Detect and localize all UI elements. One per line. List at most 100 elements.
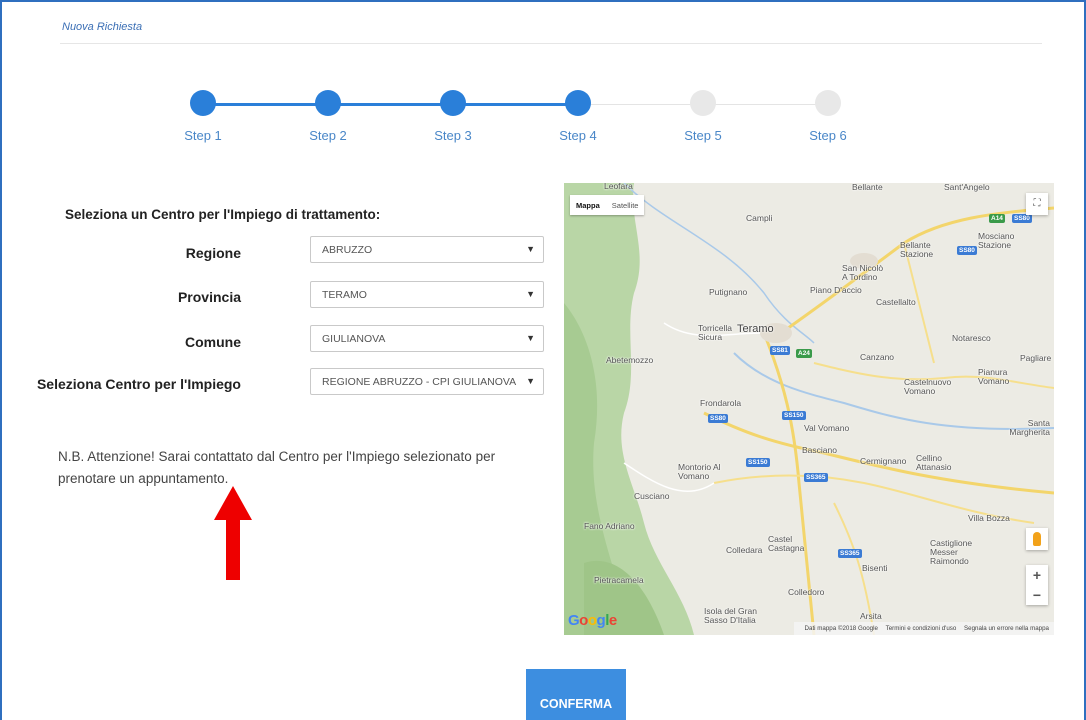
regione-value: ABRUZZO xyxy=(322,244,373,256)
map-attribution: Dati mappa ©2018 Google Termini e condiz… xyxy=(793,622,1054,635)
map-place-label: Teramo xyxy=(737,323,774,335)
regione-select[interactable]: ABRUZZO ▼ xyxy=(310,236,544,263)
map-report-error-link[interactable]: Segnala un errore nella mappa xyxy=(964,625,1049,632)
step-2-label: Step 2 xyxy=(309,128,347,143)
map-place-label: Putignano xyxy=(709,287,748,297)
step-3-label: Step 3 xyxy=(434,128,472,143)
map-place-label: Arsita xyxy=(860,611,882,621)
comune-value: GIULIANOVA xyxy=(322,333,386,345)
dropdown-caret-icon: ▼ xyxy=(526,376,535,386)
dropdown-caret-icon: ▼ xyxy=(526,333,535,343)
map-place-label: Leofara xyxy=(604,183,633,191)
dropdown-caret-icon: ▼ xyxy=(526,244,535,254)
map-place-label: Isola del Gran Sasso D'Italia xyxy=(704,606,757,625)
map-place-label: Notaresco xyxy=(952,333,991,343)
step-1[interactable]: Step 1 xyxy=(173,90,233,143)
map-type-mappa-button[interactable]: Mappa xyxy=(570,195,606,215)
map-place-label: Bellante Stazione xyxy=(900,240,934,259)
step-4[interactable]: Step 4 xyxy=(548,90,608,143)
map-place-label: Sant'Angelo xyxy=(944,183,990,192)
road-shield: A24 xyxy=(796,349,812,358)
zoom-control: + − xyxy=(1026,565,1048,605)
road-shield: SS81 xyxy=(770,346,790,355)
map-place-label: Castelnuovo Vomano xyxy=(904,377,952,396)
map-place-label: Bisenti xyxy=(862,563,888,573)
step-3-dot xyxy=(440,90,466,116)
step-2[interactable]: Step 2 xyxy=(298,90,358,143)
map-place-label: Cermignano xyxy=(860,456,907,466)
map-place-label: Pagliare xyxy=(1020,353,1052,363)
map-place-label: Castellalto xyxy=(876,297,916,307)
provincia-label: Provincia xyxy=(177,289,241,305)
step-1-dot xyxy=(190,90,216,116)
map-place-label: Montorio Al Vomano xyxy=(678,462,721,481)
map-place-label: Cellino Attanasio xyxy=(916,453,952,472)
map-place-label: Villa Bozza xyxy=(968,513,1010,523)
road-shield: A14 xyxy=(989,214,1005,223)
map-place-label: Val Vomano xyxy=(804,423,850,433)
step-6-dot xyxy=(815,90,841,116)
stepper-line-completed xyxy=(203,103,578,106)
step-5-dot xyxy=(690,90,716,116)
confirm-button[interactable]: CONFERMA xyxy=(526,669,626,720)
map-place-label: Torricella Sicura xyxy=(698,323,733,342)
map-place-label: San Nicolò A Tordino xyxy=(842,263,884,282)
map-place-label: Castiglione Messer Raimondo xyxy=(930,538,973,566)
map-place-label: Pietracamela xyxy=(594,575,644,585)
map-place-label: Basciano xyxy=(802,445,837,455)
map-place-label: Fano Adriano xyxy=(584,521,635,531)
centro-impiego-value: REGIONE ABRUZZO - CPI GIULIANOVA xyxy=(322,376,517,388)
breadcrumb-divider xyxy=(60,43,1042,44)
step-2-dot xyxy=(315,90,341,116)
map-place-label: Castel Castagna xyxy=(768,534,805,553)
dropdown-caret-icon: ▼ xyxy=(526,289,535,299)
map-place-label: Colledara xyxy=(726,545,763,555)
map-place-label: Colledoro xyxy=(788,587,825,597)
red-arrow-icon xyxy=(214,486,252,580)
provincia-select[interactable]: TERAMO ▼ xyxy=(310,281,544,308)
map-place-label: Canzano xyxy=(860,352,895,362)
notice-text: N.B. Attenzione! Sarai contattato dal Ce… xyxy=(58,449,496,486)
map-place-label: Mosciano Stazione xyxy=(978,231,1015,250)
zoom-out-button[interactable]: − xyxy=(1026,585,1048,605)
step-5[interactable]: Step 5 xyxy=(673,90,733,143)
google-logo: Google xyxy=(568,612,617,629)
road-shield: SS80 xyxy=(708,414,728,423)
road-shield: SS80 xyxy=(1012,214,1032,223)
fullscreen-icon[interactable]: ⛶ xyxy=(1026,193,1048,215)
step-4-label: Step 4 xyxy=(559,128,597,143)
centro-impiego-select[interactable]: REGIONE ABRUZZO - CPI GIULIANOVA ▼ xyxy=(310,368,544,395)
breadcrumb[interactable]: Nuova Richiesta xyxy=(62,21,142,33)
map-terms-link[interactable]: Termini e condizioni d'uso xyxy=(886,625,957,632)
step-6[interactable]: Step 6 xyxy=(798,90,858,143)
regione-label: Regione xyxy=(185,245,241,261)
road-shield: SS365 xyxy=(838,549,862,558)
road-shield: SS150 xyxy=(746,458,770,467)
road-shield: SS365 xyxy=(804,473,828,482)
map-place-label: Campli xyxy=(746,213,773,223)
map-place-label: Bellante xyxy=(852,183,883,192)
road-shield: SS80 xyxy=(957,246,977,255)
map-data-credit: Dati mappa ©2018 Google xyxy=(804,625,878,632)
step-5-label: Step 5 xyxy=(684,128,722,143)
map-view[interactable]: Leofara Bellante Sant'Angelo Campli Bell… xyxy=(564,183,1054,635)
comune-label: Comune xyxy=(185,334,241,350)
map-place-label: Cusciano xyxy=(634,491,670,501)
map-place-label: Abetemozzo xyxy=(606,355,654,365)
map-type-control: Mappa Satellite xyxy=(570,195,645,215)
pegman-icon[interactable] xyxy=(1026,528,1048,550)
road-shield: SS150 xyxy=(782,411,806,420)
centro-impiego-label: Seleziona Centro per l'Impiego xyxy=(36,376,241,392)
step-3[interactable]: Step 3 xyxy=(423,90,483,143)
step-6-label: Step 6 xyxy=(809,128,847,143)
comune-select[interactable]: GIULIANOVA ▼ xyxy=(310,325,544,352)
step-4-dot xyxy=(565,90,591,116)
map-place-label: Santa Margherita xyxy=(1009,418,1050,437)
provincia-value: TERAMO xyxy=(322,289,367,301)
map-place-label: Frondarola xyxy=(700,398,742,408)
form-title: Seleziona un Centro per l'Impiego di tra… xyxy=(65,207,381,222)
progress-stepper: Step 1 Step 2 Step 3 Step 4 Step 5 Step … xyxy=(0,90,1086,160)
map-type-satellite-button[interactable]: Satellite xyxy=(606,195,645,215)
map-place-label: Piano D'accio xyxy=(810,285,862,295)
zoom-in-button[interactable]: + xyxy=(1026,565,1048,585)
